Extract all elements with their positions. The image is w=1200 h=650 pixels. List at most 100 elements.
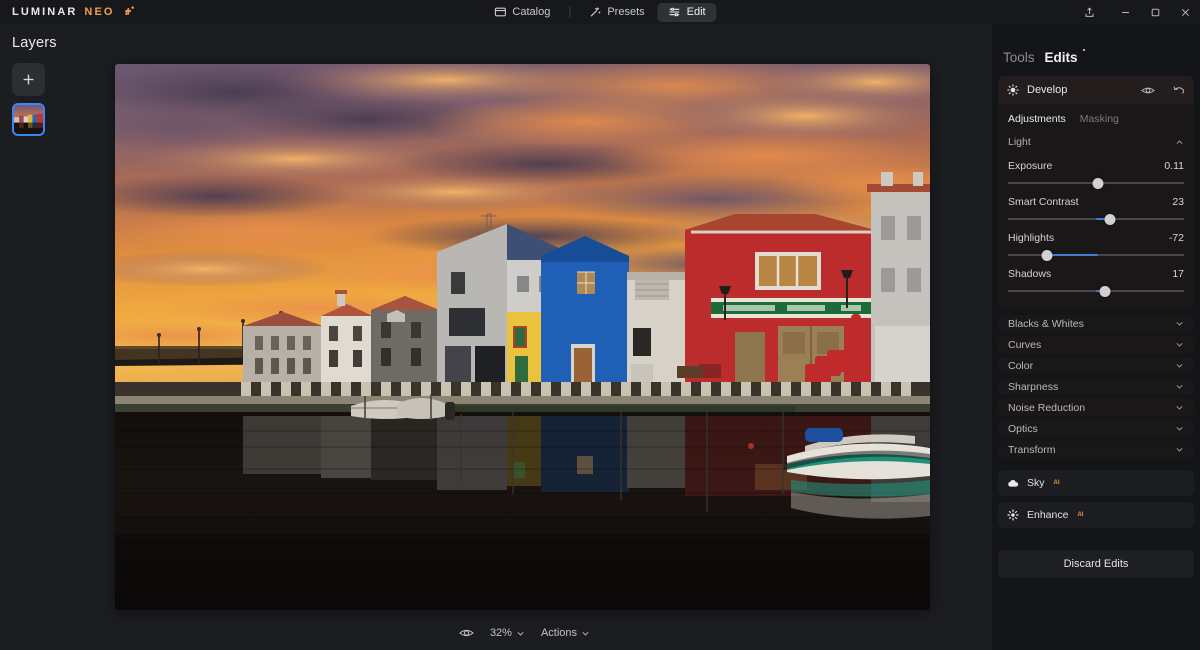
- app-brand: LUMINAR NEO: [12, 0, 136, 24]
- chevron-down-icon: [1175, 319, 1184, 328]
- slider-track[interactable]: [1008, 213, 1184, 225]
- slider-exposure[interactable]: Exposure 0.11: [1008, 160, 1184, 189]
- chevron-down-icon: [1175, 361, 1184, 370]
- chevron-down-icon: [1175, 382, 1184, 391]
- slider-label-row: Exposure 0.11: [1008, 160, 1184, 172]
- nav-edit-label: Edit: [686, 5, 706, 18]
- chevron-down-icon: [1175, 340, 1184, 349]
- discard-edits-button[interactable]: Discard Edits: [998, 550, 1194, 578]
- brand-primary-label: LUMINAR: [12, 6, 78, 18]
- eye-icon[interactable]: [1141, 85, 1155, 96]
- develop-title: Develop: [1027, 84, 1068, 96]
- ai-tools-list: Sky AI Enhance AI: [998, 470, 1194, 528]
- slider-label-row: Shadows 17: [1008, 268, 1184, 280]
- section-noise-reduction[interactable]: Noise Reduction: [998, 399, 1194, 416]
- zoom-level-dropdown[interactable]: 32%: [490, 627, 525, 639]
- slider-fill: [1046, 254, 1098, 256]
- layers-panel: Layers: [0, 24, 57, 650]
- nav-presets-label: Presets: [607, 5, 645, 18]
- ai-tool-enhance[interactable]: Enhance AI: [998, 502, 1194, 528]
- nav-catalog[interactable]: Catalog: [483, 3, 561, 22]
- presets-icon: [589, 6, 601, 18]
- section-optics[interactable]: Optics: [998, 420, 1194, 437]
- ai-badge: AI: [1053, 480, 1060, 486]
- catalog-icon: [494, 6, 506, 18]
- section-color[interactable]: Color: [998, 357, 1194, 374]
- sparkle-icon: [1007, 509, 1019, 521]
- develop-tool-card: Develop Adjustments Masking Light Exposu…: [998, 76, 1194, 308]
- ai-tool-label: Sky: [1027, 477, 1045, 489]
- slider-thumb[interactable]: [1104, 213, 1116, 225]
- slider-track[interactable]: [1008, 285, 1184, 297]
- app-body: Layers 32% Actions Tools Edits Develop A…: [0, 24, 1200, 650]
- light-section-label: Light: [1008, 136, 1031, 148]
- eye-icon: [459, 627, 474, 639]
- section-curves[interactable]: Curves: [998, 336, 1194, 353]
- slider-label-row: Smart Contrast 23: [1008, 196, 1184, 208]
- title-bar: LUMINAR NEO Catalog Presets Edit: [0, 0, 1200, 24]
- light-sliders: Exposure 0.11 Smart Contrast 23 Highlights -7…: [998, 152, 1194, 308]
- collapsed-sections-list: Blacks & Whites Curves Color Sharpness Noise…: [998, 315, 1194, 458]
- page-title: Layers: [12, 35, 57, 51]
- slider-thumb[interactable]: [1041, 249, 1053, 261]
- section-label: Sharpness: [1008, 380, 1059, 393]
- section-label: Curves: [1008, 338, 1042, 351]
- actions-dropdown[interactable]: Actions: [541, 627, 590, 639]
- slider-smart-contrast[interactable]: Smart Contrast 23: [1008, 196, 1184, 225]
- minimize-icon[interactable]: [1110, 0, 1140, 24]
- layer-thumbnail-image: [14, 105, 43, 134]
- section-label: Noise Reduction: [1008, 401, 1086, 414]
- slider-thumb[interactable]: [1099, 285, 1111, 297]
- chevron-down-icon: [516, 629, 525, 638]
- brand-secondary-label: NEO: [84, 6, 115, 18]
- photo-canvas[interactable]: [115, 64, 930, 610]
- slider-value: -72: [1168, 232, 1184, 244]
- section-blacks-whites[interactable]: Blacks & Whites: [998, 315, 1194, 332]
- slider-label: Exposure: [1008, 160, 1053, 172]
- close-icon[interactable]: [1170, 0, 1200, 24]
- slider-label: Shadows: [1008, 268, 1052, 280]
- canvas-area: 32% Actions: [57, 24, 992, 650]
- slider-highlights[interactable]: Highlights -72: [1008, 232, 1184, 261]
- slider-thumb[interactable]: [1092, 177, 1104, 189]
- light-section-header[interactable]: Light: [998, 132, 1194, 152]
- subtab-masking[interactable]: Masking: [1080, 113, 1119, 125]
- preview-toggle-button[interactable]: [459, 627, 474, 639]
- luminar-neo-window: LUMINAR NEO Catalog Presets Edit Layers …: [0, 0, 1200, 650]
- nav-edit[interactable]: Edit: [657, 2, 717, 22]
- section-sharpness[interactable]: Sharpness: [998, 378, 1194, 395]
- section-label: Color: [1008, 359, 1034, 372]
- subtab-adjustments[interactable]: Adjustments: [1008, 113, 1066, 125]
- discard-edits-label: Discard Edits: [1063, 558, 1129, 570]
- tab-tools-label: Tools: [1003, 50, 1035, 65]
- edited-photo: [115, 64, 930, 610]
- chevron-down-icon: [1175, 424, 1184, 433]
- tab-tools[interactable]: Tools: [1003, 50, 1035, 65]
- nav-separator: [569, 6, 571, 18]
- slider-track[interactable]: [1008, 249, 1184, 261]
- center-navigation: Catalog Presets Edit: [483, 0, 717, 24]
- cloud-icon: [1007, 477, 1019, 489]
- develop-subtabs: Adjustments Masking: [998, 104, 1194, 132]
- slider-shadows[interactable]: Shadows 17: [1008, 268, 1184, 297]
- actions-label: Actions: [540, 627, 578, 639]
- tab-edits[interactable]: Edits: [1045, 49, 1085, 65]
- chevron-down-icon: [1175, 445, 1184, 454]
- add-layer-button[interactable]: [12, 63, 45, 96]
- share-icon[interactable]: [1074, 0, 1104, 24]
- section-label: Blacks & Whites: [1008, 317, 1084, 330]
- chevron-up-icon: [1175, 138, 1184, 147]
- slider-track[interactable]: [1008, 177, 1184, 189]
- slider-value: 0.11: [1164, 160, 1184, 172]
- undo-icon[interactable]: [1173, 85, 1185, 96]
- develop-header[interactable]: Develop: [998, 76, 1194, 104]
- maximize-icon[interactable]: [1140, 0, 1170, 24]
- slider-value: 23: [1172, 196, 1184, 208]
- layer-thumbnail[interactable]: [12, 103, 45, 136]
- nav-presets[interactable]: Presets: [578, 3, 655, 22]
- section-transform[interactable]: Transform: [998, 441, 1194, 458]
- ai-tool-sky[interactable]: Sky AI: [998, 470, 1194, 496]
- ai-tool-label: Enhance: [1027, 509, 1069, 521]
- nav-catalog-label: Catalog: [512, 5, 551, 18]
- subtab-masking-label: Masking: [1079, 113, 1119, 125]
